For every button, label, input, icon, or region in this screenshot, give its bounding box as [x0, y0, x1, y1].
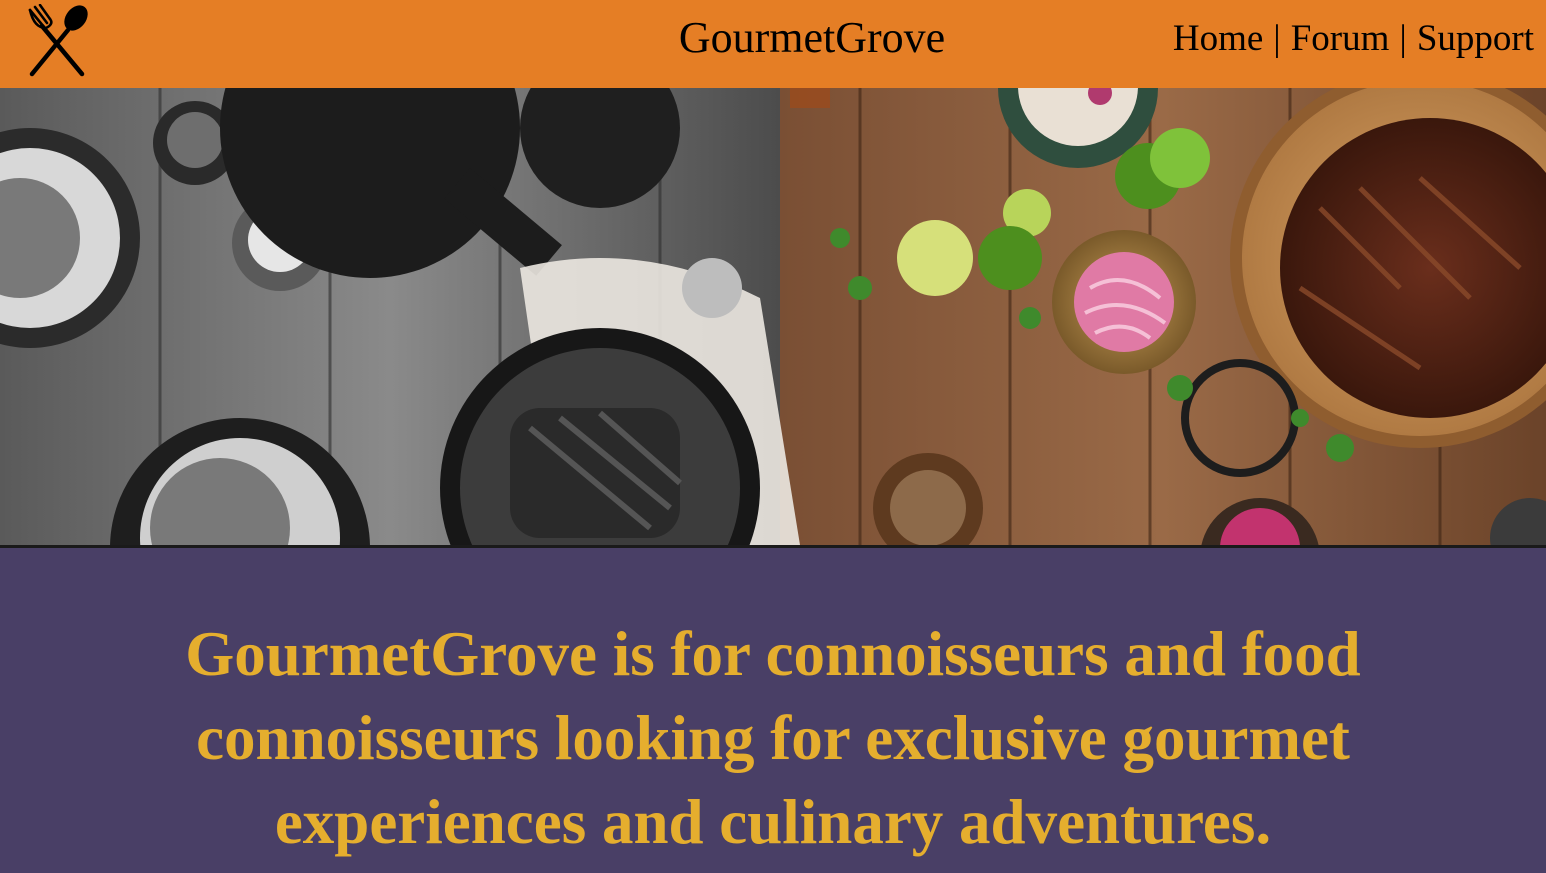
site-header: GourmetGrove Home | Forum | Support	[0, 0, 1546, 88]
nav-link-forum[interactable]: Forum	[1291, 18, 1390, 59]
page: GourmetGrove Home | Forum | Support Gour…	[0, 0, 1546, 873]
nav-separator: |	[1399, 18, 1407, 59]
nav-link-support[interactable]: Support	[1417, 18, 1534, 59]
about-section: GourmetGrove is for connoisseurs and foo…	[0, 548, 1546, 873]
top-nav: Home | Forum | Support	[1173, 16, 1534, 62]
tagline-text: GourmetGrove is for connoisseurs and foo…	[185, 619, 1361, 857]
nav-link-home[interactable]: Home	[1173, 18, 1263, 59]
nav-separator: |	[1273, 18, 1281, 59]
hero-image	[0, 88, 1546, 545]
